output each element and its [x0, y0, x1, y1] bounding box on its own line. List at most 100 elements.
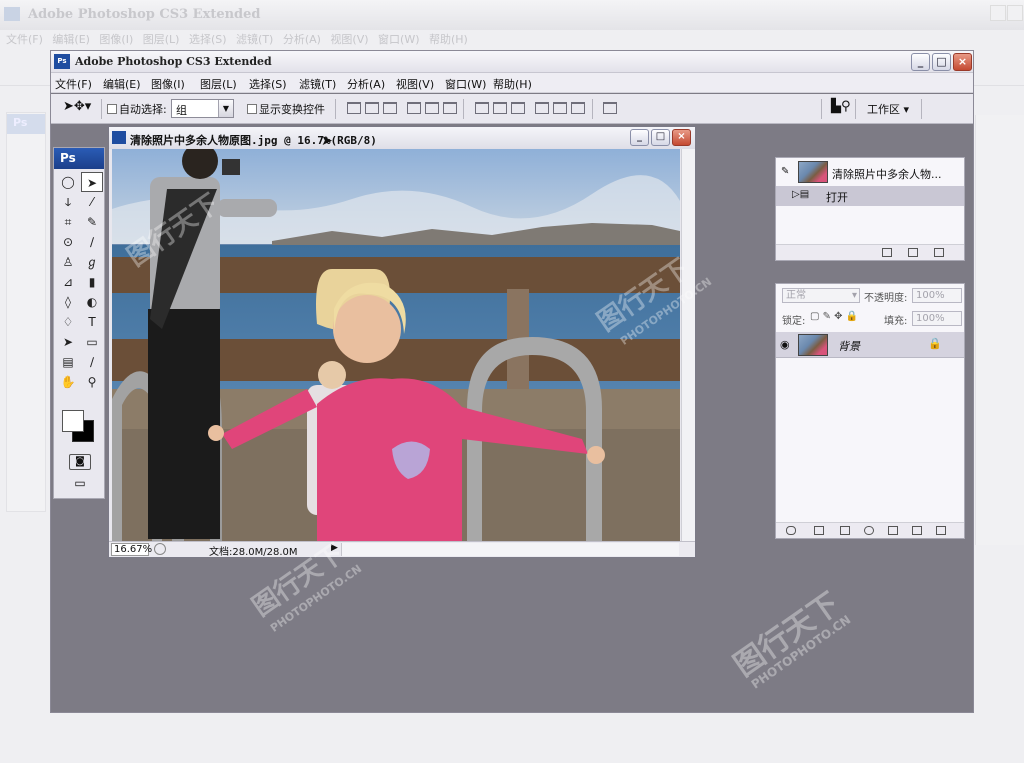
crop-icon[interactable]: ⌗: [57, 212, 79, 232]
bridge-icon[interactable]: ▙⚲: [831, 99, 851, 114]
history-step-row[interactable]: ▷▤ 打开: [776, 186, 964, 206]
move-tool-preset-icon[interactable]: ➤✥▾: [63, 99, 91, 114]
fill-field[interactable]: 100%: [912, 311, 962, 326]
chevron-down-icon: ▾: [851, 290, 857, 301]
notes-icon[interactable]: ▤: [57, 352, 79, 372]
history-snapshot-row[interactable]: ✎ 清除照片中多余人物...: [776, 160, 964, 186]
screen-mode-button[interactable]: ▭: [69, 476, 91, 492]
new-layer-icon[interactable]: [912, 526, 922, 535]
hand-icon[interactable]: ✋: [57, 372, 79, 392]
auto-select-checkbox[interactable]: 自动选择:: [107, 101, 167, 117]
menu-window[interactable]: 窗口(W): [445, 76, 486, 92]
document-minimize-button[interactable]: _: [630, 129, 649, 146]
distribute-hcenter-icon[interactable]: [553, 102, 567, 114]
close-button[interactable]: ×: [953, 53, 972, 71]
layers-panel: 正常 ▾ 不透明度: 100% 锁定: ▢ ✎ ✥ 🔒 填充: 100% ◉ 背…: [775, 283, 965, 539]
document-title-bar[interactable]: 清除照片中多余人物原图.jpg @ 16.7%(RGB/8) _ □ ×: [109, 127, 695, 149]
show-transform-checkbox[interactable]: 显示变换控件: [247, 101, 325, 117]
layer-row-background[interactable]: ◉ 背景 🔒: [776, 332, 964, 358]
history-brush-icon[interactable]: ℊ: [81, 252, 103, 272]
align-bottom-icon[interactable]: [383, 102, 397, 114]
options-separator: [463, 99, 464, 119]
document-close-button[interactable]: ×: [672, 129, 691, 146]
background-ps-icon: [4, 7, 20, 21]
opacity-field[interactable]: 100%: [912, 288, 962, 303]
brush-icon[interactable]: ∕: [81, 232, 103, 252]
options-separator: [921, 99, 922, 119]
status-menu-arrow-icon[interactable]: ▶: [331, 543, 338, 553]
lock-options-icon[interactable]: ▢ ✎ ✥ 🔒: [810, 311, 858, 322]
dodge-icon[interactable]: ◐: [81, 292, 103, 312]
magic-wand-icon[interactable]: ⁄: [81, 192, 103, 212]
eraser-icon[interactable]: ⊿: [57, 272, 79, 292]
distribute-vcenter-icon[interactable]: [493, 102, 507, 114]
align-left-icon[interactable]: [407, 102, 421, 114]
menu-view[interactable]: 视图(V): [396, 76, 434, 92]
stamp-icon[interactable]: ♙: [57, 252, 79, 272]
options-bar: ➤✥▾ 自动选择: 组 ▼ 显示变换控件 ▙⚲ 工作区 ▾: [51, 94, 973, 124]
history-snapshot-label: 清除照片中多余人物...: [832, 168, 942, 181]
new-snapshot-icon[interactable]: [908, 248, 918, 257]
status-info-icon[interactable]: [154, 543, 166, 555]
distribute-bottom-icon[interactable]: [511, 102, 525, 114]
link-layers-icon[interactable]: [786, 526, 796, 535]
horizontal-scrollbar[interactable]: [341, 543, 679, 556]
align-vcenter-icon[interactable]: [365, 102, 379, 114]
align-top-icon[interactable]: [347, 102, 361, 114]
menu-analysis[interactable]: 分析(A): [347, 76, 385, 92]
image-canvas[interactable]: [112, 149, 680, 541]
path-select-icon[interactable]: ➤: [57, 332, 79, 352]
background-maximize-icon: [1007, 5, 1023, 21]
gradient-icon[interactable]: ▮: [81, 272, 103, 292]
blur-icon[interactable]: ◊: [57, 292, 79, 312]
foreground-color-swatch[interactable]: [62, 410, 84, 432]
lasso-icon[interactable]: ↆ: [57, 192, 79, 212]
delete-layer-icon[interactable]: [936, 526, 946, 535]
move-icon[interactable]: ➤: [81, 172, 103, 192]
history-step-icon: ▷▤: [792, 189, 810, 200]
distribute-right-icon[interactable]: [571, 102, 585, 114]
menu-layer[interactable]: 图层(L): [200, 76, 237, 92]
distribute-top-icon[interactable]: [475, 102, 489, 114]
options-separator: [101, 99, 102, 119]
type-icon[interactable]: T: [81, 312, 103, 332]
zoom-icon[interactable]: ⚲: [81, 372, 103, 392]
healing-icon[interactable]: ⊙: [57, 232, 79, 252]
title-bar: Ps Adobe Photoshop CS3 Extended _ □ ×: [51, 51, 973, 73]
menu-file[interactable]: 文件(F): [55, 76, 92, 92]
auto-select-dropdown[interactable]: 组 ▼: [171, 99, 234, 118]
menu-select[interactable]: 选择(S): [249, 76, 287, 92]
quick-mask-button[interactable]: ◙: [69, 454, 91, 470]
layer-style-icon[interactable]: [814, 526, 824, 535]
auto-align-icon[interactable]: [603, 102, 617, 114]
eyedropper-icon[interactable]: ∕: [81, 352, 103, 372]
adjustment-layer-icon[interactable]: [864, 526, 874, 535]
slice-icon[interactable]: ✎: [81, 212, 103, 232]
zoom-level-field[interactable]: 16.67%: [111, 543, 152, 556]
pen-icon[interactable]: ♢: [57, 312, 79, 332]
blend-mode-dropdown[interactable]: 正常 ▾: [782, 288, 860, 303]
menu-filter[interactable]: 滤镜(T): [299, 76, 336, 92]
document-maximize-button[interactable]: □: [651, 129, 670, 146]
shape-icon[interactable]: ▭: [81, 332, 103, 352]
background-panels: [975, 115, 1024, 545]
workspace-button[interactable]: 工作区 ▾: [867, 101, 909, 117]
new-group-icon[interactable]: [888, 526, 898, 535]
add-mask-icon[interactable]: [840, 526, 850, 535]
vertical-scrollbar[interactable]: [681, 149, 695, 541]
marquee-icon[interactable]: ◯: [57, 172, 79, 192]
align-right-icon[interactable]: [443, 102, 457, 114]
maximize-button[interactable]: □: [932, 53, 951, 71]
new-document-from-state-icon[interactable]: [882, 248, 892, 257]
distribute-left-icon[interactable]: [535, 102, 549, 114]
chevron-down-icon: ▼: [218, 100, 233, 117]
menu-help[interactable]: 帮助(H): [493, 76, 532, 92]
delete-state-icon[interactable]: [934, 248, 944, 257]
minimize-button[interactable]: _: [911, 53, 930, 71]
status-bar: 16.67% 文档:28.0M/28.0M ▶: [109, 541, 695, 558]
align-hcenter-icon[interactable]: [425, 102, 439, 114]
menu-edit[interactable]: 编辑(E): [103, 76, 141, 92]
visibility-eye-icon[interactable]: ◉: [780, 338, 790, 351]
menu-image[interactable]: 图像(I): [151, 76, 185, 92]
background-menubar: 文件(F) 编辑(E) 图像(I) 图层(L) 选择(S) 滤镜(T) 分析(A…: [6, 33, 468, 46]
